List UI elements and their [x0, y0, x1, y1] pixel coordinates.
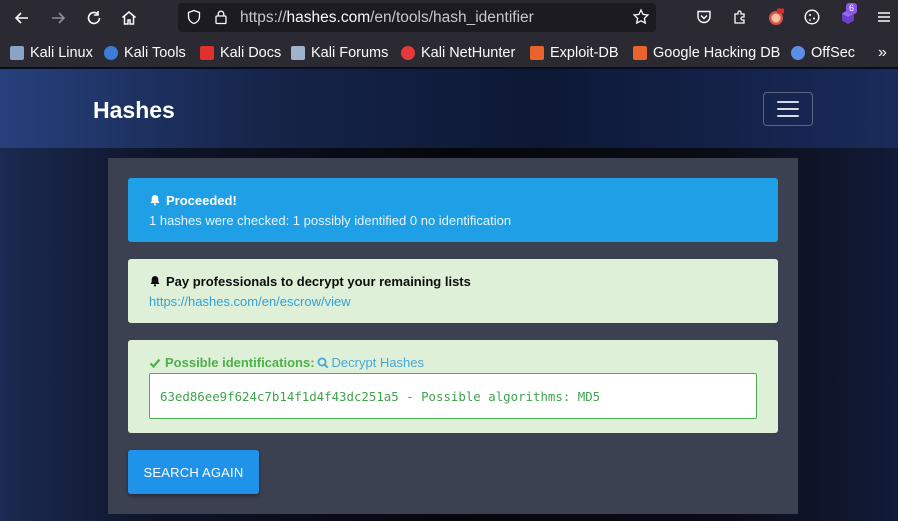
result-heading: Possible identifications: Decrypt Hashes	[149, 355, 757, 370]
decrypt-hashes-text: Decrypt Hashes	[331, 355, 425, 370]
result-output-box[interactable]: 63ed86ee9f624c7b14f1d4f43dc251a5 - Possi…	[149, 373, 757, 419]
tracking-protection-shield-icon[interactable]	[186, 9, 202, 25]
bookmark-label: Google Hacking DB	[653, 45, 781, 61]
ublock-extension-button[interactable]	[766, 7, 786, 27]
site-brand[interactable]: Hashes	[93, 97, 175, 124]
page-viewport: Hashes Proceeded! 1 hashes were checked:…	[0, 69, 898, 521]
decrypt-hashes-link[interactable]: Decrypt Hashes	[317, 355, 424, 370]
ghdb-icon	[633, 46, 647, 60]
hamburger-bar	[777, 115, 799, 117]
url-path: /en/tools/hash_identifier	[370, 9, 534, 26]
lock-icon[interactable]	[213, 9, 229, 25]
bookmark-label: Kali Linux	[30, 45, 93, 61]
bookmark-kali-nethunter[interactable]: Kali NetHunter	[401, 44, 515, 62]
bookmarks-bar: Kali Linux Kali Tools Kali Docs Kali For…	[0, 36, 898, 68]
bookmark-offsec[interactable]: OffSec	[791, 44, 855, 62]
exploit-db-icon	[530, 46, 544, 60]
bookmark-google-hacking-db[interactable]: Google Hacking DB	[633, 44, 780, 62]
bookmark-star-icon[interactable]	[632, 8, 650, 26]
app-menu-button[interactable]	[874, 7, 894, 27]
alert-pay-professionals: Pay professionals to decrypt your remain…	[128, 259, 778, 323]
hamburger-bar	[777, 108, 799, 110]
url-host: hashes.com	[286, 9, 371, 26]
cookie-extension-button[interactable]	[802, 7, 822, 27]
hamburger-bar	[777, 101, 799, 103]
alert-title-text: Proceeded!	[166, 193, 237, 208]
kali-forums-icon	[291, 46, 305, 60]
alert-proceeded: Proceeded! 1 hashes were checked: 1 poss…	[128, 178, 778, 242]
site-navbar: Hashes	[0, 69, 898, 148]
home-button[interactable]	[117, 6, 141, 30]
hamburger-menu-icon	[878, 12, 890, 22]
bookmark-kali-docs[interactable]: Kali Docs	[200, 44, 281, 62]
bookmark-label: Kali Docs	[220, 45, 282, 61]
checkmark-icon	[149, 358, 161, 368]
bookmark-kali-forums[interactable]: Kali Forums	[291, 44, 388, 62]
browser-toolbar: https://hashes.com/en/tools/hash_identif…	[0, 0, 898, 36]
identification-result: Possible identifications: Decrypt Hashes…	[128, 340, 778, 433]
home-icon	[122, 11, 136, 25]
pocket-icon	[697, 10, 711, 24]
back-button[interactable]	[10, 6, 34, 30]
bell-icon	[150, 276, 160, 287]
offsec-icon	[791, 46, 805, 60]
bookmark-kali-tools[interactable]: Kali Tools	[104, 44, 186, 62]
reload-button[interactable]	[82, 6, 106, 30]
forward-arrow-icon	[52, 12, 66, 24]
bookmark-label: Exploit-DB	[550, 45, 619, 61]
bookmark-label: Kali Tools	[124, 45, 186, 61]
bookmark-exploit-db[interactable]: Exploit-DB	[530, 44, 619, 62]
navbar-toggle-button[interactable]	[763, 92, 813, 126]
extension-badge: 6	[846, 3, 858, 14]
kali-nethunter-icon	[401, 46, 415, 60]
ublock-icon	[769, 8, 784, 25]
content-panel: Proceeded! 1 hashes were checked: 1 poss…	[108, 158, 798, 514]
search-icon	[317, 357, 328, 368]
search-again-button[interactable]: SEARCH AGAIN	[128, 450, 259, 494]
result-heading-text: Possible identifications:	[165, 355, 315, 370]
bookmarks-overflow-chevron-icon[interactable]: »	[878, 44, 887, 62]
bookmark-kali-linux[interactable]: Kali Linux	[10, 44, 93, 62]
pocket-button[interactable]	[694, 7, 714, 27]
reload-icon	[87, 11, 101, 25]
kali-tools-icon	[104, 46, 118, 60]
bell-icon	[150, 195, 160, 206]
alert-body: 1 hashes were checked: 1 possibly identi…	[149, 213, 512, 228]
url-prefix: https://	[240, 9, 287, 26]
bookmark-label: OffSec	[811, 45, 856, 61]
kali-docs-icon	[200, 46, 214, 60]
puzzle-icon	[734, 10, 745, 24]
alert-title-text: Pay professionals to decrypt your remain…	[166, 274, 471, 289]
alert-title: Proceeded!	[149, 193, 757, 208]
address-bar[interactable]: https://hashes.com/en/tools/hash_identif…	[178, 3, 656, 32]
bookmark-label: Kali Forums	[311, 45, 389, 61]
cookie-icon	[804, 9, 820, 25]
escrow-link[interactable]: https://hashes.com/en/escrow/view	[149, 294, 351, 309]
extensions-button[interactable]	[730, 7, 750, 27]
forward-button[interactable]	[46, 6, 70, 30]
back-arrow-icon	[14, 12, 28, 24]
kali-dragon-icon	[10, 46, 24, 60]
alert-title: Pay professionals to decrypt your remain…	[149, 274, 757, 289]
url-text[interactable]: https://hashes.com/en/tools/hash_identif…	[240, 9, 534, 27]
bookmark-label: Kali NetHunter	[421, 45, 516, 61]
